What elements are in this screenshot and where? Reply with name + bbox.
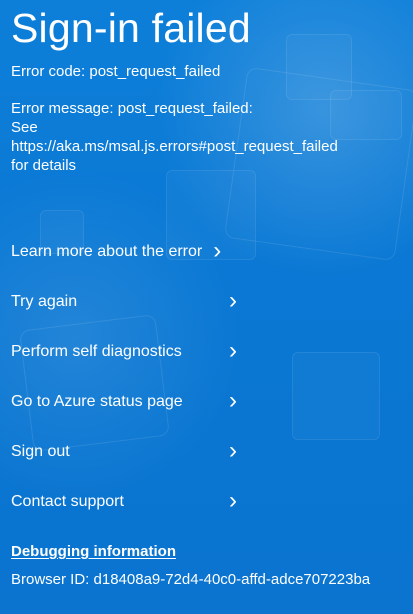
azure-status-link[interactable]: Go to Azure status page › — [11, 377, 401, 427]
error-message-link: https://aka.ms/msal.js.errors#post_reque… — [11, 138, 338, 155]
action-label: Sign out — [11, 443, 70, 460]
debugging-information-link[interactable]: Debugging information — [11, 543, 176, 561]
try-again-link[interactable]: Try again › — [11, 277, 401, 327]
error-message: Error message: post_request_failed: See … — [11, 99, 403, 175]
action-label: Contact support — [11, 493, 124, 510]
error-panel: Sign-in failed Error code: post_request_… — [0, 0, 413, 614]
page-title: Sign-in failed — [11, 5, 251, 51]
error-code: Error code: post_request_failed — [11, 63, 221, 80]
action-label: Go to Azure status page — [11, 393, 183, 410]
chevron-right-icon: › — [229, 437, 237, 464]
sign-out-link[interactable]: Sign out › — [11, 427, 401, 477]
action-label: Learn more about the error — [11, 243, 203, 260]
error-message-line: See — [11, 119, 38, 136]
self-diagnostics-link[interactable]: Perform self diagnostics › — [11, 327, 401, 377]
chevron-right-icon: › — [213, 237, 222, 264]
chevron-right-icon: › — [229, 337, 237, 364]
actions-list: Learn more about the error › Try again ›… — [11, 227, 401, 527]
error-message-line: for details — [11, 157, 77, 174]
action-label: Perform self diagnostics — [11, 343, 182, 360]
browser-id: Browser ID: d18408a9-72d4-40c0-affd-adce… — [11, 571, 371, 588]
error-message-line: Error message: post_request_failed: — [11, 100, 253, 117]
chevron-right-icon: › — [229, 387, 237, 414]
action-label: Try again — [11, 293, 78, 310]
contact-support-link[interactable]: Contact support › — [11, 477, 401, 527]
chevron-right-icon: › — [229, 487, 237, 514]
learn-more-error-link[interactable]: Learn more about the error › — [11, 227, 401, 277]
chevron-right-icon: › — [229, 287, 237, 314]
